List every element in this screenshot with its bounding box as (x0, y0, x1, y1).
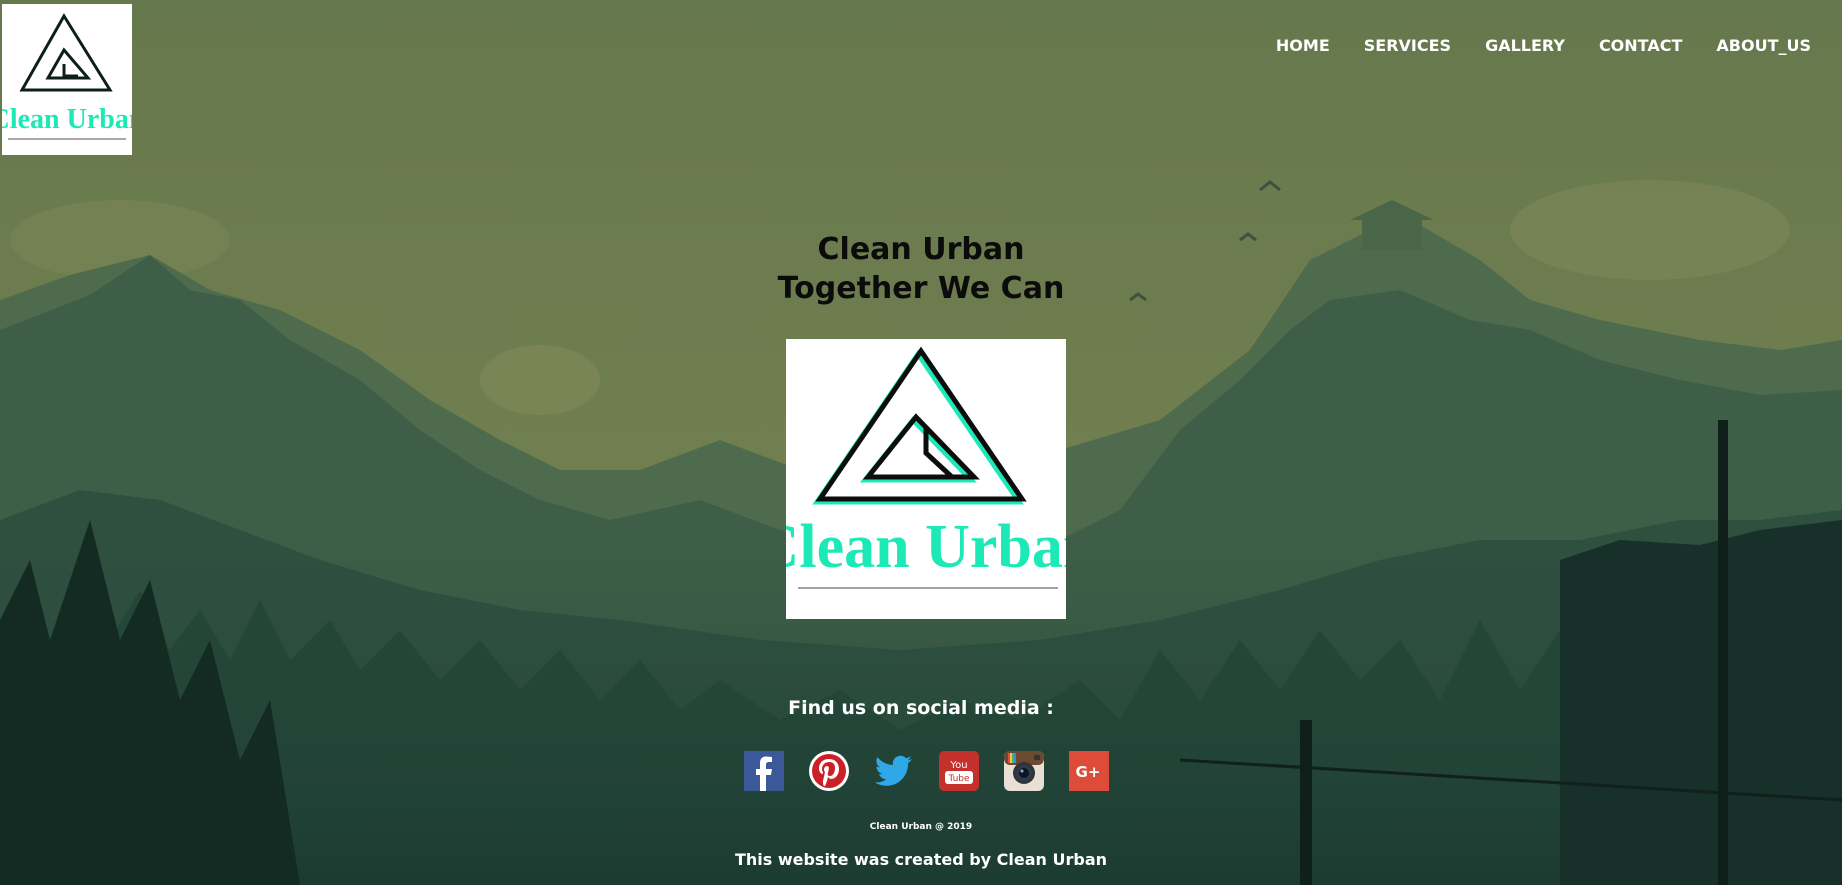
svg-text:Clean Urban: Clean Urban (2, 104, 132, 135)
facebook-icon[interactable] (744, 751, 784, 791)
svg-text:Tube: Tube (947, 774, 970, 784)
hero-title-line1: Clean Urban (817, 232, 1025, 267)
nav-home[interactable]: HOME (1259, 34, 1347, 57)
hero-title: Clean Urban Together We Can (0, 230, 1842, 308)
copyright-text: Clean Urban @ 2019 (869, 822, 973, 832)
header-logo[interactable]: Clean Urban (2, 4, 132, 155)
hero-logo: Clean Urban (786, 339, 1066, 619)
instagram-icon[interactable] (1004, 751, 1044, 791)
nav-services[interactable]: SERVICES (1347, 34, 1468, 57)
hero-title-line2: Together We Can (777, 271, 1065, 306)
triangle-logo-icon: Clean Urban (2, 13, 132, 140)
nav-gallery[interactable]: GALLERY (1468, 34, 1582, 57)
main-nav: HOME SERVICES GALLERY CONTACT ABOUT_US (1259, 34, 1828, 57)
svg-text:You: You (949, 760, 967, 771)
nav-about-us[interactable]: ABOUT_US (1699, 34, 1828, 57)
pinterest-icon[interactable] (809, 751, 849, 791)
google-plus-icon[interactable]: G+ (1069, 751, 1109, 791)
triangle-logo-icon: Clean Urban (786, 346, 1066, 589)
page: Clean Urban HOME SERVICES GALLERY CONTAC… (0, 0, 1842, 885)
twitter-icon[interactable] (874, 751, 914, 791)
credit-text: This website was created by Clean Urban (734, 850, 1108, 869)
social-links: You Tube G+ (744, 751, 1109, 791)
svg-text:Clean Urban: Clean Urban (786, 513, 1066, 581)
svg-text:G+: G+ (1076, 763, 1101, 781)
social-heading: Find us on social media : (788, 697, 1054, 719)
nav-contact[interactable]: CONTACT (1582, 34, 1699, 57)
youtube-icon[interactable]: You Tube (939, 751, 979, 791)
